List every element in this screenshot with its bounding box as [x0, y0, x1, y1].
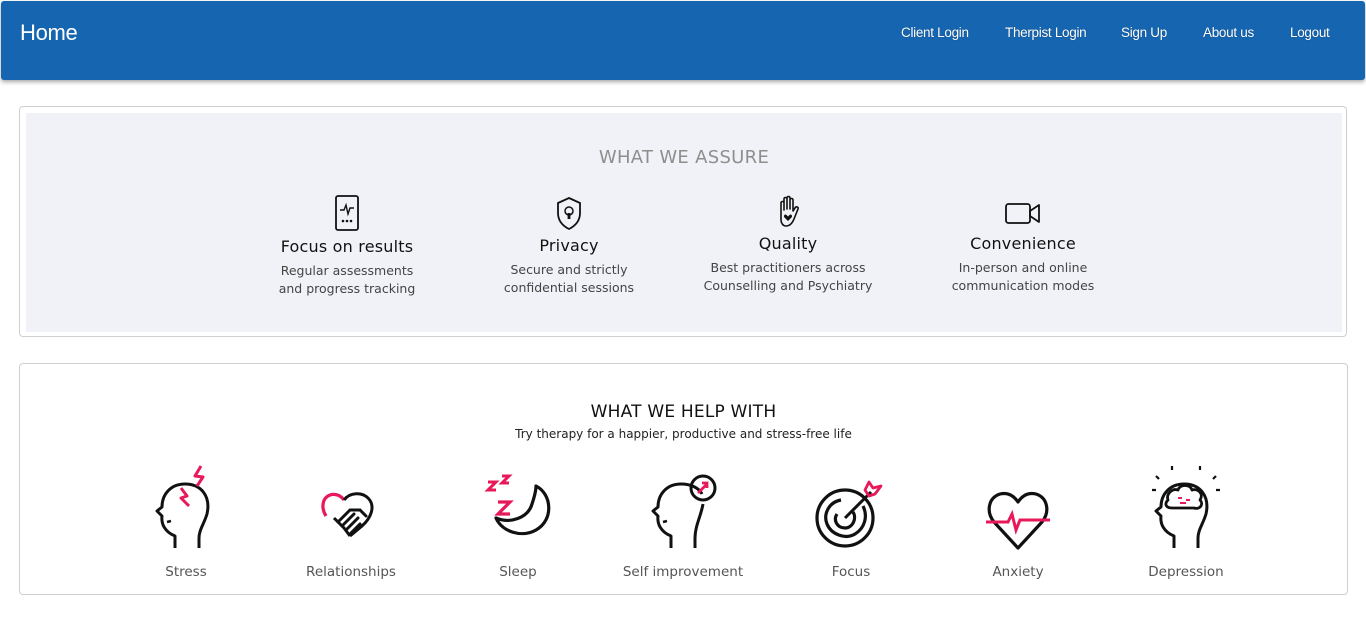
topic-label: Anxiety: [992, 564, 1044, 580]
feature-convenience: Convenience In-person and online communi…: [913, 196, 1133, 295]
topic-label: Focus: [831, 564, 871, 580]
feature-focus-on-results: Focus on results Regular assessments and…: [237, 193, 457, 298]
home-link[interactable]: Home: [20, 20, 78, 46]
help-title: WHAT WE HELP WITH: [590, 402, 777, 422]
video-camera-icon: [1005, 203, 1040, 224]
head-growth-icon: [651, 474, 717, 548]
moon-zzz-icon: [484, 474, 551, 536]
topic-label: Self improvement: [622, 564, 744, 580]
topic-relationships[interactable]: Relationships: [271, 464, 431, 580]
topic-self-improvement[interactable]: Self improvement: [603, 464, 763, 580]
topic-label: Stress: [165, 564, 207, 580]
client-login-link[interactable]: Client Login: [901, 25, 969, 40]
topic-depression[interactable]: Depression: [1106, 464, 1266, 580]
heart-pulse-icon: [986, 491, 1050, 550]
top-navbar: Home Client Login Therpist Login Sign Up…: [1, 1, 1365, 80]
assure-panel: WHAT WE ASSURE Focus on results Regular …: [26, 113, 1342, 332]
topic-label: Depression: [1148, 564, 1224, 580]
phone-chart-icon: [335, 195, 359, 231]
hand-heart-icon: [780, 195, 799, 227]
topic-stress[interactable]: Stress: [106, 464, 266, 580]
topic-label: Relationships: [306, 564, 396, 580]
feature-description: Best practitioners across Counselling an…: [703, 260, 873, 293]
topic-anxiety[interactable]: Anxiety: [938, 464, 1098, 580]
handshake-heart-icon: [321, 492, 374, 538]
feature-quality: Quality Best practitioners across Counse…: [678, 194, 898, 295]
help-subtitle: Try therapy for a happier, productive an…: [515, 427, 852, 441]
sign-up-link[interactable]: Sign Up: [1121, 25, 1167, 40]
about-us-link[interactable]: About us: [1203, 25, 1254, 40]
therapist-login-link[interactable]: Therpist Login: [1005, 25, 1087, 40]
feature-description: Regular assessments and progress trackin…: [278, 263, 416, 296]
stressed-head-icon: [155, 465, 210, 548]
feature-title: Quality: [758, 234, 818, 253]
topic-sleep[interactable]: Sleep: [438, 464, 598, 580]
target-arrow-icon: [815, 480, 883, 548]
topic-label: Sleep: [499, 564, 537, 580]
topic-focus[interactable]: Focus: [771, 464, 931, 580]
assure-card: WHAT WE ASSURE Focus on results Regular …: [19, 106, 1347, 337]
head-brain-icon: [1152, 466, 1220, 548]
feature-title: Focus on results: [280, 237, 414, 256]
feature-description: Secure and strictly confidential session…: [503, 262, 635, 295]
help-card: WHAT WE HELP WITH Try therapy for a happ…: [19, 363, 1348, 595]
feature-title: Privacy: [539, 236, 599, 255]
feature-privacy: Privacy Secure and strictly confidential…: [459, 194, 679, 297]
feature-title: Convenience: [970, 234, 1076, 253]
feature-description: In-person and online communication modes: [951, 260, 1095, 293]
logout-link[interactable]: Logout: [1290, 25, 1330, 40]
assure-title: WHAT WE ASSURE: [598, 147, 770, 168]
shield-lock-icon: [557, 197, 581, 231]
